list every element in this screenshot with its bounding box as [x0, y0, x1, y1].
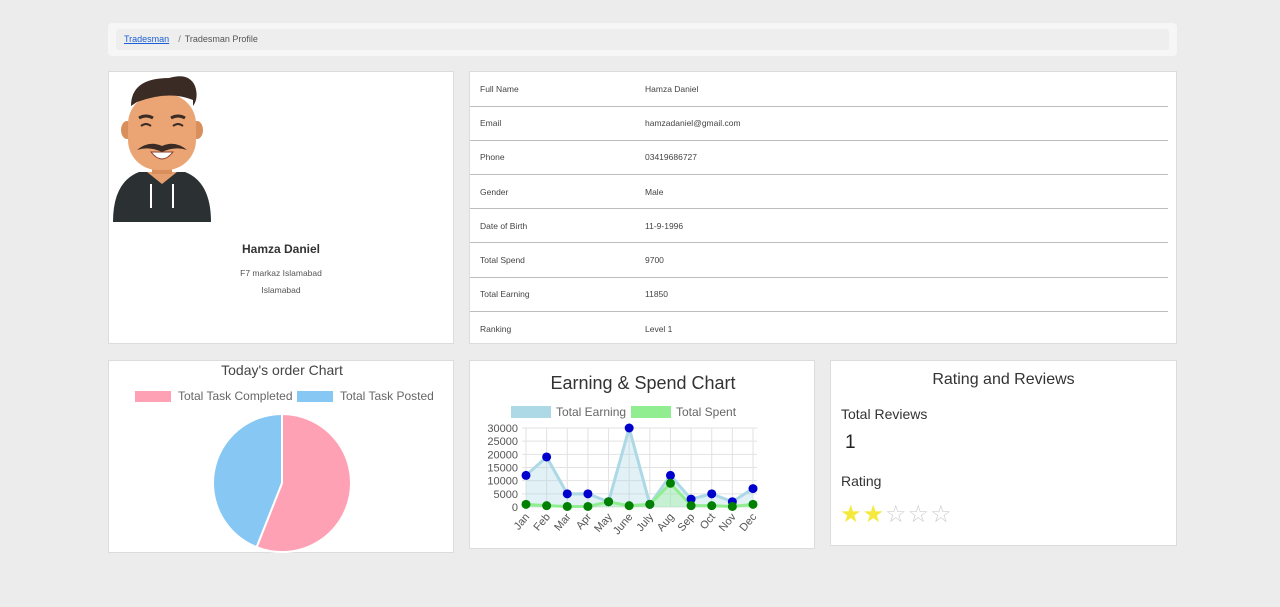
detail-label: Full Name — [470, 72, 645, 107]
star-icon[interactable]: ★ — [840, 503, 862, 527]
detail-value: 9700 — [645, 242, 1168, 278]
point-total-spent[interactable] — [583, 501, 593, 511]
legend-label-posted[interactable]: Total Task Posted — [340, 389, 434, 403]
y-tick-label: 25000 — [487, 436, 518, 448]
x-tick-label: Feb — [532, 511, 553, 533]
detail-value: 03419686727 — [645, 140, 1168, 176]
detail-label: Ranking — [480, 323, 512, 334]
legend-label-spent[interactable]: Total Spent — [676, 405, 737, 419]
star-icon[interactable]: ☆ — [930, 503, 952, 527]
point-total-earning[interactable] — [542, 452, 552, 462]
x-tick-label: Nov — [717, 511, 739, 534]
order-pie-chart: Today's order Chart Total Task Completed… — [135, 362, 434, 553]
detail-row-total-earning: Total Earning 11850 — [470, 277, 1168, 312]
earning-chart-card: Earning & Spend Chart Total Earning Tota… — [469, 360, 815, 549]
point-total-earning[interactable] — [583, 489, 593, 499]
point-total-earning[interactable] — [521, 470, 531, 480]
legend-swatch-posted[interactable] — [297, 391, 333, 402]
point-total-spent[interactable] — [542, 501, 552, 511]
point-total-spent[interactable] — [748, 499, 758, 509]
point-total-spent[interactable] — [686, 501, 696, 511]
point-total-spent[interactable] — [562, 501, 572, 511]
earning-spend-line-chart: Earning & Spend Chart Total Earning Tota… — [487, 373, 760, 537]
legend-label-earning[interactable]: Total Earning — [556, 405, 626, 419]
detail-value: 11-9-1996 — [645, 208, 1168, 244]
detail-row-full-name: Full Name Hamza Daniel — [470, 72, 1168, 107]
chart-title: Today's order Chart — [221, 362, 343, 378]
profile-city: Islamabad — [261, 285, 301, 295]
breadcrumb-link-tradesman[interactable]: Tradesman — [124, 34, 169, 44]
x-tick-label: Oct — [698, 511, 718, 532]
detail-value: Level 1 — [645, 323, 673, 334]
x-tick-label: July — [634, 511, 656, 534]
profile-card: Hamza Daniel F7 markaz Islamabad Islamab… — [108, 71, 454, 344]
chart-title: Earning & Spend Chart — [550, 373, 735, 393]
detail-row-email: Email hamzadaniel@gmail.com — [470, 106, 1168, 141]
y-tick-label: 15000 — [487, 463, 518, 475]
x-tick-label: Apr — [574, 511, 594, 532]
rating-label: Rating — [841, 473, 882, 489]
y-tick-label: 0 — [512, 502, 518, 514]
detail-value: Male — [645, 174, 1168, 210]
point-total-spent[interactable] — [707, 501, 717, 511]
detail-label: Phone — [470, 140, 645, 176]
legend-label-completed[interactable]: Total Task Completed — [178, 389, 293, 403]
profile-details-table: Full Name Hamza Daniel Email hamzadaniel@g… — [470, 72, 1168, 346]
detail-row-total-spend: Total Spend 9700 — [470, 242, 1168, 278]
detail-value: Hamza Daniel — [645, 72, 1168, 107]
point-total-spent[interactable] — [645, 499, 655, 509]
star-icon[interactable]: ☆ — [885, 503, 907, 527]
y-tick-label: 10000 — [487, 476, 518, 488]
rating-stars: ★ ★ ☆ ☆ ☆ — [840, 503, 952, 527]
detail-label: Date of Birth — [470, 208, 645, 244]
detail-label: Total Earning — [470, 277, 645, 312]
x-tick-label: Aug — [655, 511, 677, 534]
point-total-spent[interactable] — [604, 497, 614, 507]
point-total-spent[interactable] — [521, 499, 531, 509]
star-icon[interactable]: ☆ — [908, 503, 930, 527]
y-tick-label: 20000 — [487, 449, 518, 461]
legend-swatch-earning[interactable] — [511, 406, 551, 418]
point-total-spent[interactable] — [727, 501, 737, 511]
detail-row-ranking: Ranking Level 1 — [470, 311, 1168, 345]
detail-label: Total Spend — [470, 242, 645, 278]
x-tick-label: Dec — [738, 511, 760, 534]
y-tick-label: 30000 — [487, 423, 518, 435]
detail-label: Gender — [470, 174, 645, 210]
star-icon[interactable]: ★ — [863, 503, 885, 527]
breadcrumb-separator: / — [178, 34, 181, 44]
detail-row-date-of-birth: Date of Birth 11-9-1996 — [470, 208, 1168, 244]
total-reviews-count: 1 — [845, 432, 856, 453]
point-total-earning[interactable] — [707, 489, 717, 499]
profile-name: Hamza Daniel — [241, 242, 321, 256]
detail-value: 11850 — [645, 277, 1168, 312]
detail-row-phone: Phone 03419686727 — [470, 140, 1168, 176]
point-total-spent[interactable] — [665, 478, 675, 488]
point-total-earning[interactable] — [748, 484, 758, 494]
breadcrumb: Tradesman / Tradesman Profile — [116, 29, 1169, 50]
total-reviews-label: Total Reviews — [841, 406, 928, 422]
point-total-earning[interactable] — [562, 489, 572, 499]
point-total-earning[interactable] — [624, 423, 634, 433]
breadcrumb-bar: Tradesman / Tradesman Profile — [108, 23, 1177, 56]
profile-address: F7 markaz Islamabad — [240, 268, 322, 278]
x-tick-label: June — [611, 511, 636, 537]
detail-label: Email — [470, 106, 645, 141]
y-tick-label: 5000 — [494, 489, 518, 501]
order-chart-card: Today's order Chart Total Task Completed… — [108, 360, 454, 553]
detail-row-gender: Gender Male — [470, 174, 1168, 210]
breadcrumb-current: Tradesman Profile — [184, 34, 258, 44]
rating-reviews-card: Rating and Reviews Total Reviews 1 Ratin… — [830, 360, 1177, 546]
x-tick-label: Sep — [676, 511, 698, 534]
legend-swatch-spent[interactable] — [631, 406, 671, 418]
detail-value: hamzadaniel@gmail.com — [645, 106, 1168, 141]
profile-details-card: Full Name Hamza Daniel Email hamzadaniel@g… — [469, 71, 1177, 344]
point-total-earning[interactable] — [665, 470, 675, 480]
x-tick-label: Mar — [552, 511, 574, 533]
x-tick-label: Jan — [512, 511, 533, 532]
point-total-spent[interactable] — [624, 501, 634, 511]
legend-swatch-completed[interactable] — [135, 391, 171, 402]
rating-title: Rating and Reviews — [932, 371, 1075, 388]
avatar — [113, 76, 211, 222]
